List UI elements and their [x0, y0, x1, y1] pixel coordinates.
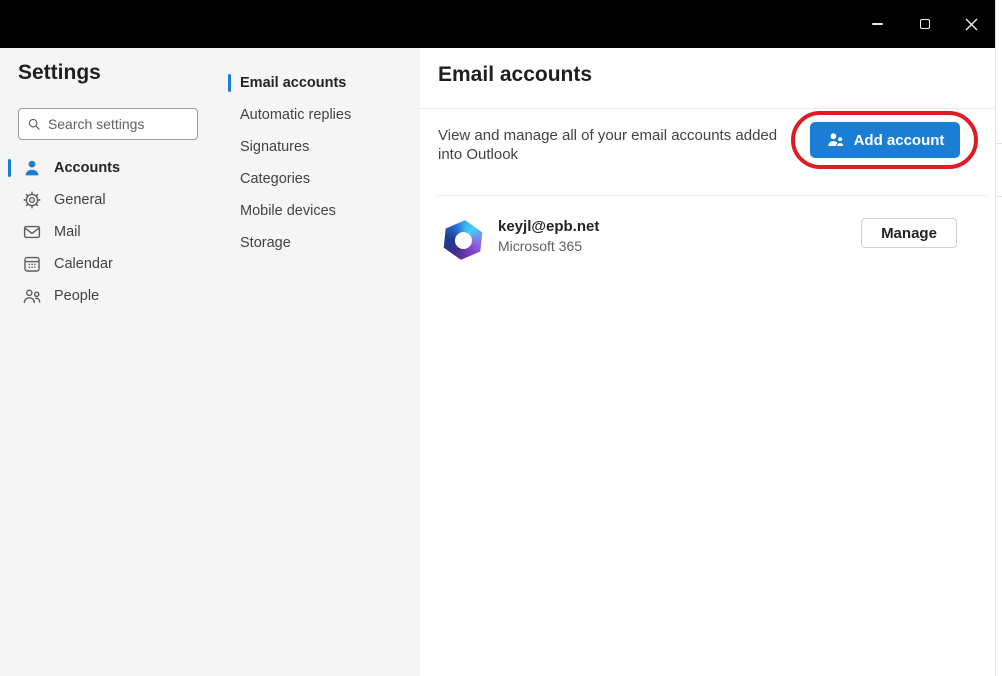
subnav-item-signatures[interactable]: Signatures — [218, 131, 412, 163]
subnav-item-label: Email accounts — [240, 75, 346, 91]
sidebar-item-label: Calendar — [54, 256, 113, 272]
selected-indicator — [8, 159, 11, 177]
search-settings-box[interactable] — [18, 108, 198, 140]
subnav-item-label: Categories — [240, 171, 310, 187]
sidebar-item-label: Mail — [54, 224, 81, 240]
sidebar-item-people[interactable]: People — [0, 280, 210, 312]
page-title: Email accounts — [438, 63, 592, 87]
account-list-item: keyjl@epb.net Microsoft 365 Manage — [420, 214, 995, 270]
minimize-icon — [872, 23, 883, 25]
magnifier-icon — [27, 116, 41, 132]
people-add-icon — [826, 130, 846, 150]
subnav-item-label: Mobile devices — [240, 203, 336, 219]
people-icon — [22, 286, 42, 306]
subnav-item-email-accounts[interactable]: Email accounts — [218, 67, 412, 99]
settings-heading: Settings — [18, 61, 101, 85]
subnav-item-storage[interactable]: Storage — [218, 227, 412, 259]
search-settings-input[interactable] — [48, 116, 189, 132]
sidebar-item-label: General — [54, 192, 106, 208]
email-accounts-panel: Email accounts View and manage all of yo… — [420, 48, 995, 676]
sidebar-item-label: People — [54, 288, 99, 304]
settings-subnav: Email accounts Automatic replies Signatu… — [210, 48, 420, 676]
divider — [420, 108, 995, 109]
panel-description: View and manage all of your email accoun… — [438, 126, 783, 164]
subnav-item-label: Signatures — [240, 139, 309, 155]
sidebar-item-mail[interactable]: Mail — [0, 216, 210, 248]
subnav-item-automatic-replies[interactable]: Automatic replies — [218, 99, 412, 131]
person-icon — [22, 158, 42, 178]
maximize-icon — [920, 19, 930, 29]
microsoft-365-logo — [439, 216, 487, 264]
selected-indicator — [228, 74, 231, 92]
add-account-label: Add account — [854, 132, 945, 149]
sidebar-item-general[interactable]: General — [0, 184, 210, 216]
subnav-item-label: Storage — [240, 235, 291, 251]
settings-nav: Accounts General — [0, 152, 210, 312]
edge-divider — [996, 143, 1002, 144]
window-titlebar — [0, 0, 995, 48]
subnav-item-label: Automatic replies — [240, 107, 351, 123]
account-email: keyjl@epb.net — [498, 218, 599, 235]
settings-window: Settings Accounts — [0, 48, 995, 676]
add-account-button[interactable]: Add account — [810, 122, 960, 158]
settings-sidebar: Settings Accounts — [0, 48, 210, 676]
window-edge-strip — [995, 0, 1002, 676]
minimize-button[interactable] — [854, 0, 901, 48]
divider — [438, 195, 986, 196]
envelope-icon — [22, 222, 42, 242]
subnav-item-categories[interactable]: Categories — [218, 163, 412, 195]
sidebar-item-calendar[interactable]: Calendar — [0, 248, 210, 280]
maximize-button[interactable] — [901, 0, 948, 48]
sidebar-item-accounts[interactable]: Accounts — [0, 152, 210, 184]
gear-icon — [22, 190, 42, 210]
subnav-item-mobile-devices[interactable]: Mobile devices — [218, 195, 412, 227]
account-provider: Microsoft 365 — [498, 238, 582, 254]
close-icon — [965, 18, 978, 31]
edge-divider — [996, 196, 1002, 197]
calendar-icon — [22, 254, 42, 274]
sidebar-item-label: Accounts — [54, 160, 120, 176]
close-button[interactable] — [948, 0, 995, 48]
manage-account-button[interactable]: Manage — [861, 218, 957, 248]
